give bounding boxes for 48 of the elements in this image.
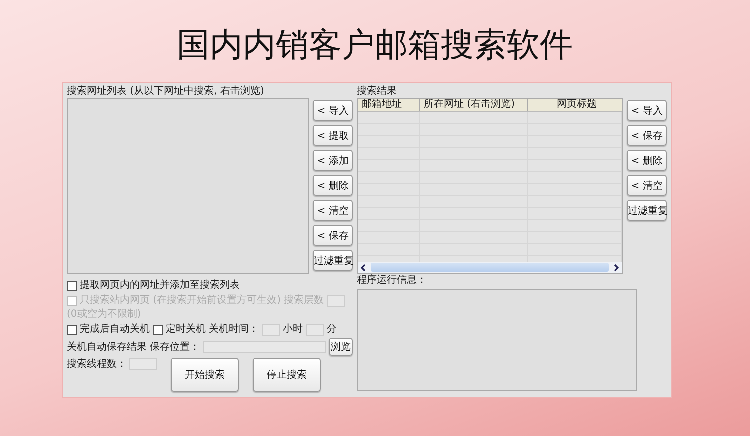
hour-field[interactable]	[262, 324, 280, 336]
side-button[interactable]: < 清空	[627, 175, 667, 196]
browse-button[interactable]: 浏览	[329, 338, 353, 356]
scroll-right-icon[interactable]	[612, 264, 620, 272]
log-label: 程序运行信息：	[357, 274, 428, 287]
scroll-left-icon[interactable]	[360, 264, 368, 272]
side-button[interactable]: < 添加	[313, 150, 353, 171]
results-table[interactable]: 邮箱地址 所在网址 (右击浏览) 网页标题	[357, 98, 623, 274]
url-list-label: 搜索网址列表 (从以下网址中搜索, 右击浏览)	[67, 85, 266, 98]
checkbox[interactable]	[67, 324, 77, 334]
field-label: 搜索线程数：	[67, 358, 127, 371]
side-button[interactable]: < 提取	[313, 125, 353, 146]
unit-label: 小时	[283, 323, 303, 336]
column-header[interactable]: 邮箱地址	[358, 99, 420, 111]
checkbox[interactable]	[153, 324, 163, 334]
side-button[interactable]: 过滤重复	[627, 200, 667, 221]
side-button[interactable]: < 导入	[627, 100, 667, 121]
checkbox[interactable]	[67, 280, 77, 290]
log-box[interactable]	[357, 289, 637, 391]
checkbox-label: 提取网页内的网址并添加至搜索列表	[80, 279, 240, 292]
hint-text: (0或空为不限制)	[67, 308, 142, 321]
side-button[interactable]: < 导入	[313, 100, 353, 121]
side-button[interactable]: < 删除	[627, 150, 667, 171]
checkbox-label: 只搜索站内网页 (在搜索开始前设置方可生效)	[80, 294, 281, 307]
unit-label: 分	[327, 323, 337, 336]
minute-field[interactable]	[306, 324, 324, 336]
side-button[interactable]: < 保存	[627, 125, 667, 146]
banner-title: 国内内销客户邮箱搜索软件	[176, 24, 574, 66]
side-button[interactable]: < 保存	[313, 225, 353, 246]
field-label: 关机自动保存结果 保存位置：	[67, 340, 200, 354]
field-label: 关机时间：	[209, 323, 259, 336]
action-button[interactable]: 停止搜索	[253, 358, 321, 392]
threads-field[interactable]	[129, 358, 157, 370]
checkbox-label: 完成后自动关机	[80, 323, 150, 336]
scrollbar-thumb[interactable]	[371, 263, 609, 272]
column-header[interactable]: 所在网址 (右击浏览)	[420, 99, 528, 111]
results-label: 搜索结果	[357, 85, 398, 98]
side-button[interactable]: 过滤重复	[313, 250, 353, 271]
horizontal-scrollbar[interactable]	[358, 262, 622, 273]
save-path-field[interactable]	[203, 341, 326, 353]
side-button[interactable]: < 清空	[313, 200, 353, 221]
field-label: 搜索层数	[284, 294, 324, 307]
side-button[interactable]: < 删除	[313, 175, 353, 196]
url-list-box[interactable]	[67, 98, 309, 274]
action-button[interactable]: 开始搜索	[171, 358, 239, 392]
depth-field[interactable]	[326, 294, 345, 306]
column-header[interactable]: 网页标题	[528, 99, 622, 111]
checkbox-label: 定时关机	[166, 323, 206, 336]
